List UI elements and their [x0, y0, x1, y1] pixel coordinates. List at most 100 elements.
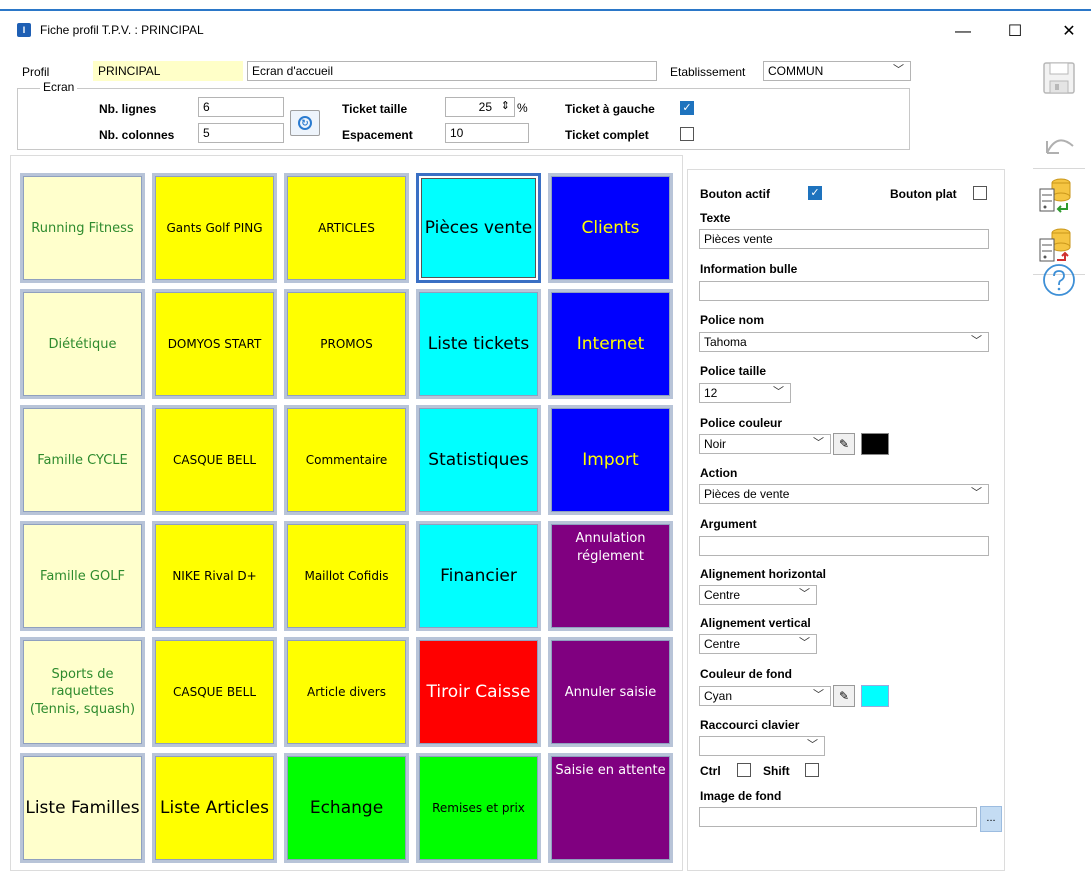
tile-button[interactable]: DOMYOS START — [152, 289, 277, 399]
align-h-select[interactable]: Centre ﹀ — [699, 585, 817, 605]
save-icon[interactable] — [1041, 60, 1077, 96]
tile-button[interactable]: Import — [548, 405, 673, 515]
couleur-fond-select[interactable]: Cyan ﹀ — [699, 686, 831, 706]
chevron-down-icon: ﹀ — [807, 739, 818, 751]
chevron-down-icon: ﹀ — [893, 64, 904, 76]
raccourci-select[interactable]: ﹀ — [699, 736, 825, 756]
refresh-button[interactable]: ↻ — [290, 110, 320, 136]
close-button[interactable]: ✕ — [1051, 18, 1087, 46]
help-icon[interactable] — [1041, 262, 1077, 298]
tile-label: Sports de raquettes (Tennis, squash) — [29, 666, 136, 717]
window-accent-line — [0, 9, 1091, 11]
tile-label: CASQUE BELL — [172, 453, 256, 467]
chevron-down-icon: ﹀ — [813, 689, 824, 701]
argument-input[interactable] — [699, 536, 989, 556]
tile-label: Gants Golf PING — [166, 221, 263, 235]
ticket-taille-unit: % — [517, 101, 528, 115]
tile-button[interactable]: Sports de raquettes (Tennis, squash) — [20, 637, 145, 747]
tile-button[interactable]: Tiroir Caisse — [416, 637, 541, 747]
nb-colonnes-input[interactable]: 5 — [198, 123, 284, 143]
tile-button[interactable]: Echange — [284, 753, 409, 863]
tile-button[interactable]: Famille GOLF — [20, 521, 145, 631]
tile-label: Famille CYCLE — [37, 452, 128, 468]
tile-button[interactable]: Maillot Cofidis — [284, 521, 409, 631]
paint-brush-icon[interactable]: ✎ — [833, 685, 855, 707]
align-h-label: Alignement horizontal — [700, 567, 826, 581]
couleur-fond-swatch — [861, 685, 889, 707]
align-v-select[interactable]: Centre ﹀ — [699, 634, 817, 654]
action-select[interactable]: Pièces de vente ﹀ — [699, 484, 989, 504]
shift-checkbox[interactable] — [805, 763, 819, 777]
tile-button[interactable]: Diététique — [20, 289, 145, 399]
minimize-button[interactable]: — — [945, 18, 981, 46]
tile-button[interactable]: Remises et prix — [416, 753, 541, 863]
chevron-down-icon: ﹀ — [799, 588, 810, 600]
police-taille-select[interactable]: 12 ﹀ — [699, 383, 791, 403]
tile-label: Running Fitness — [31, 220, 134, 236]
police-taille-label: Police taille — [700, 364, 767, 378]
tile-button[interactable]: Internet — [548, 289, 673, 399]
tile-button[interactable]: Gants Golf PING — [152, 173, 277, 283]
tile-button[interactable]: Article divers — [284, 637, 409, 747]
tile-button[interactable]: Annulation réglement — [548, 521, 673, 631]
chevron-down-icon: ﹀ — [813, 437, 824, 449]
tile-button[interactable]: Annuler saisie — [548, 637, 673, 747]
tile-button[interactable]: Saisie en attente — [548, 753, 673, 863]
ticket-complet-label: Ticket complet — [565, 128, 649, 142]
etablissement-label: Etablissement — [670, 65, 746, 79]
tile-label: Tiroir Caisse — [426, 682, 531, 702]
espacement-input[interactable]: 10 — [445, 123, 529, 143]
paint-brush-icon[interactable]: ✎ — [833, 433, 855, 455]
tile-label: Liste Familles — [25, 798, 140, 818]
ticket-taille-spinner[interactable]: 25 ⇕ — [445, 97, 515, 117]
nb-lignes-input[interactable]: 6 — [198, 97, 284, 117]
toolbar-separator — [1033, 168, 1085, 169]
tile-button[interactable]: ARTICLES — [284, 173, 409, 283]
tile-button[interactable]: Liste Articles — [152, 753, 277, 863]
maximize-button[interactable]: ☐ — [997, 18, 1033, 46]
ctrl-checkbox[interactable] — [737, 763, 751, 777]
tile-button[interactable]: Famille CYCLE — [20, 405, 145, 515]
texte-input[interactable]: Pièces vente — [699, 229, 989, 249]
profil-description-input[interactable]: Ecran d'accueil — [247, 61, 657, 81]
spinner-arrows-icon[interactable]: ⇕ — [501, 99, 510, 113]
tile-button[interactable]: PROMOS — [284, 289, 409, 399]
etablissement-select[interactable]: COMMUN ﹀ — [763, 61, 911, 81]
bouton-actif-checkbox[interactable]: ✓ — [808, 186, 822, 200]
image-fond-input[interactable] — [699, 807, 977, 827]
tile-label: Annulation réglement — [575, 531, 646, 564]
police-couleur-select[interactable]: Noir ﹀ — [699, 434, 831, 454]
tile-label: ARTICLES — [318, 221, 375, 235]
align-v-value: Centre — [704, 637, 741, 651]
tile-button[interactable]: Running Fitness — [20, 173, 145, 283]
browse-button[interactable]: ... — [980, 806, 1002, 832]
tile-label: DOMYOS START — [167, 337, 262, 351]
database-import-icon[interactable] — [1037, 176, 1073, 213]
undo-icon[interactable] — [1041, 126, 1077, 162]
tile-label: Saisie en attente — [555, 763, 666, 778]
tile-button[interactable]: CASQUE BELL — [152, 637, 277, 747]
tile-label: CASQUE BELL — [172, 685, 256, 699]
info-bulle-input[interactable] — [699, 281, 989, 301]
tile-button[interactable]: Liste Familles — [20, 753, 145, 863]
database-export-icon[interactable] — [1037, 226, 1073, 262]
nb-lignes-label: Nb. lignes — [99, 102, 157, 116]
tile-button[interactable]: Commentaire — [284, 405, 409, 515]
tile-button[interactable]: NIKE Rival D+ — [152, 521, 277, 631]
bouton-plat-checkbox[interactable] — [973, 186, 987, 200]
profil-input[interactable]: PRINCIPAL — [93, 61, 243, 81]
action-label: Action — [700, 466, 738, 480]
align-h-value: Centre — [704, 588, 741, 602]
tile-button[interactable]: Financier — [416, 521, 541, 631]
police-couleur-swatch — [861, 433, 889, 455]
tile-label: Article divers — [307, 685, 386, 699]
tile-button[interactable]: Pièces vente — [416, 173, 541, 283]
ticket-complet-checkbox[interactable] — [680, 127, 694, 141]
tile-label: Pièces vente — [424, 218, 533, 238]
ticket-gauche-checkbox[interactable]: ✓ — [680, 101, 694, 115]
tile-button[interactable]: Clients — [548, 173, 673, 283]
tile-button[interactable]: CASQUE BELL — [152, 405, 277, 515]
police-nom-select[interactable]: Tahoma ﹀ — [699, 332, 989, 352]
tile-button[interactable]: Statistiques — [416, 405, 541, 515]
tile-button[interactable]: Liste tickets — [416, 289, 541, 399]
